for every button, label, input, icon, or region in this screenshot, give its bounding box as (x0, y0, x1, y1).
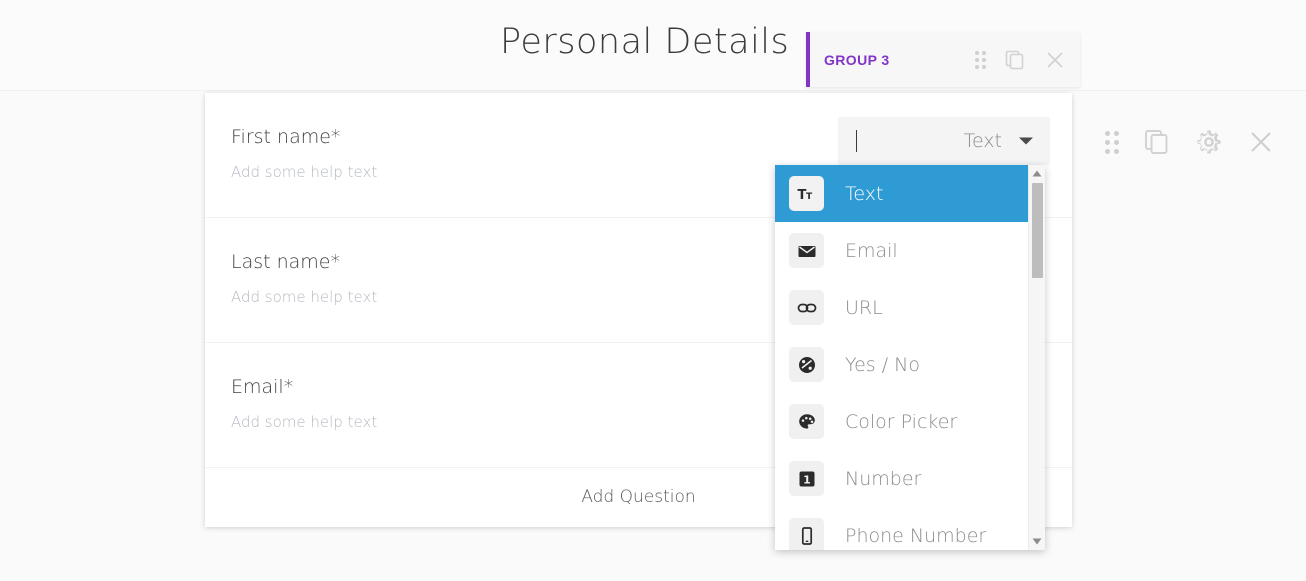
text-cursor (856, 130, 857, 152)
question-label[interactable]: Email* (231, 376, 293, 398)
scroll-up-arrow-icon[interactable] (1029, 165, 1045, 182)
dropdown-item-label: Number (845, 467, 922, 490)
svg-text:T: T (806, 192, 813, 202)
dropdown-item-number[interactable]: 1 Number (775, 450, 1030, 507)
dropdown-item-url[interactable]: URL (775, 279, 1030, 336)
question-type-select[interactable]: Text (838, 117, 1050, 165)
drag-handle-icon[interactable] (975, 50, 986, 69)
question-type-dropdown[interactable]: T T Text Email URL Yes / No Color Picker… (775, 165, 1045, 550)
close-icon[interactable] (1044, 49, 1066, 71)
dropdown-item-label: Color Picker (845, 410, 958, 433)
duplicate-icon[interactable] (1143, 128, 1171, 156)
mobile-phone-icon (789, 518, 824, 550)
dropdown-item-yes-no[interactable]: Yes / No (775, 336, 1030, 393)
scroll-down-arrow-icon[interactable] (1029, 533, 1045, 550)
drag-handle-icon[interactable] (1105, 130, 1119, 154)
dropdown-item-phone-number[interactable]: Phone Number (775, 507, 1030, 550)
dropdown-item-email[interactable]: Email (775, 222, 1030, 279)
yes-no-toggle-icon (789, 347, 824, 382)
dropdown-item-label: Email (845, 239, 898, 262)
question-help-text[interactable]: Add some help text (231, 413, 377, 431)
text-format-icon: T T (789, 176, 824, 211)
dropdown-item-label: Phone Number (845, 524, 987, 547)
chevron-down-icon[interactable] (1018, 136, 1034, 146)
number-one-icon: 1 (789, 461, 824, 496)
group-chip[interactable]: GROUP 3 (806, 32, 1080, 87)
close-icon[interactable] (1247, 128, 1275, 156)
svg-text:1: 1 (803, 473, 811, 486)
question-row-actions (1105, 128, 1275, 156)
link-icon (789, 290, 824, 325)
dropdown-scrollbar-thumb[interactable] (1032, 183, 1043, 278)
dropdown-list: T T Text Email URL Yes / No Color Picker… (775, 165, 1030, 550)
question-help-text[interactable]: Add some help text (231, 288, 377, 306)
page-header-bar: Personal Details (0, 0, 1306, 91)
dropdown-item-color-picker[interactable]: Color Picker (775, 393, 1030, 450)
dropdown-item-label: Text (845, 182, 884, 205)
question-type-value: Text (963, 130, 1002, 152)
add-question-label: Add Question (581, 487, 696, 507)
envelope-icon (789, 233, 824, 268)
dropdown-item-text[interactable]: T T Text (775, 165, 1030, 222)
question-help-text[interactable]: Add some help text (231, 163, 377, 181)
palette-icon (789, 404, 824, 439)
question-label[interactable]: Last name* (231, 251, 340, 273)
dropdown-item-label: URL (845, 296, 883, 319)
dropdown-scrollbar[interactable] (1028, 165, 1045, 550)
question-label[interactable]: First name* (231, 126, 340, 148)
page-title: Personal Details (500, 22, 790, 62)
dropdown-item-label: Yes / No (845, 353, 920, 376)
group-chip-actions (975, 32, 1066, 87)
group-chip-label: GROUP 3 (824, 51, 890, 68)
duplicate-icon[interactable] (1004, 49, 1026, 71)
settings-icon[interactable] (1195, 128, 1223, 156)
